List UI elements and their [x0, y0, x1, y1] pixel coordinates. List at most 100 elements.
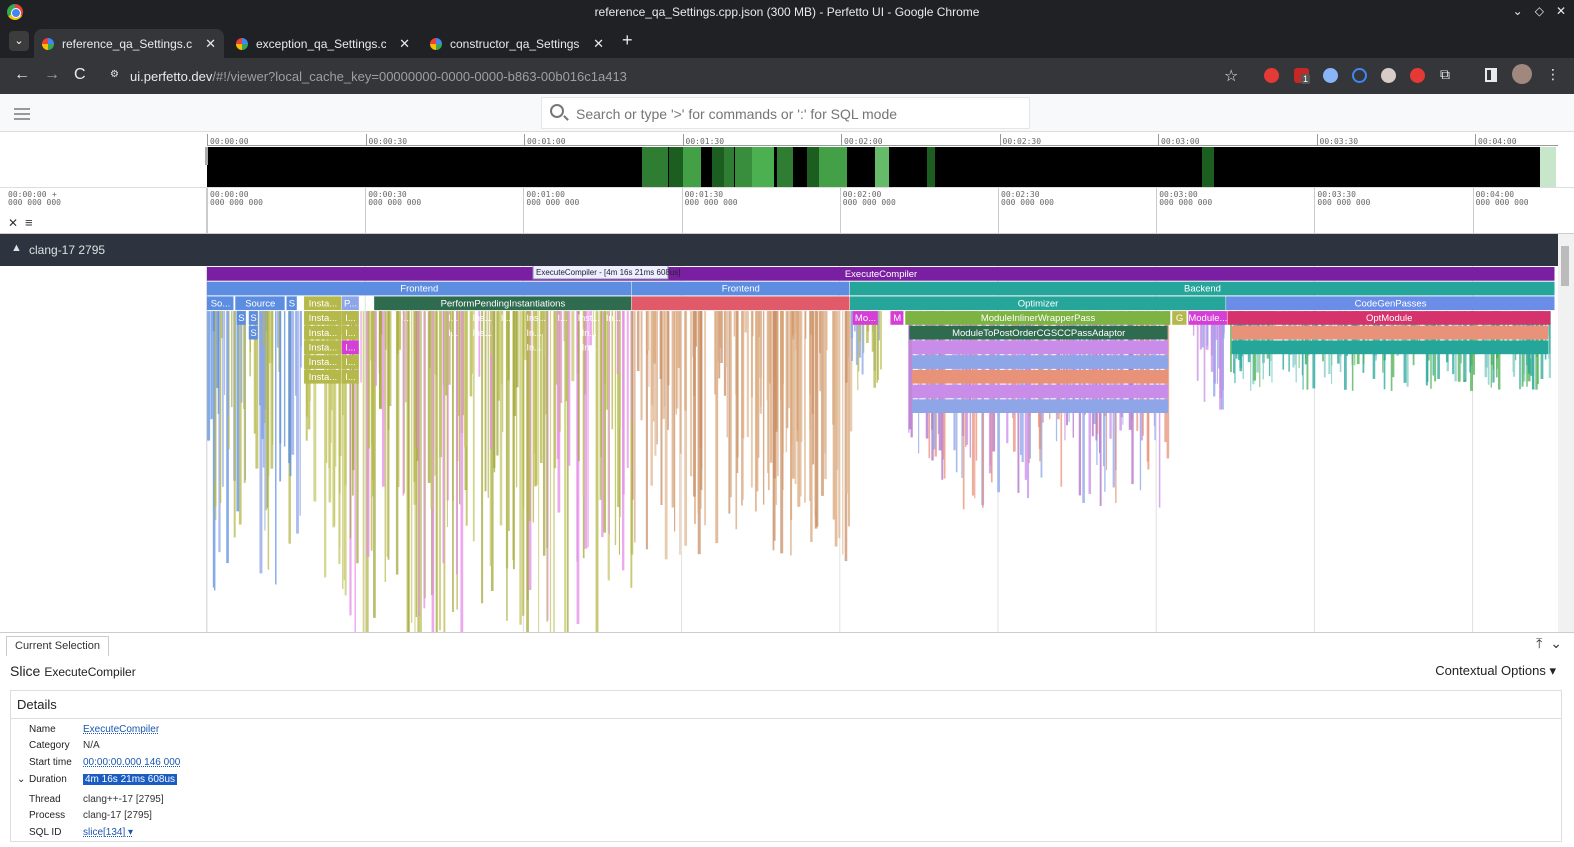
flame-hairline[interactable] [445, 311, 447, 396]
flame-hairline[interactable] [619, 311, 621, 518]
collapse-chevron-icon[interactable]: ▲ [11, 242, 22, 254]
flame-hairline[interactable] [360, 311, 362, 383]
omnibox[interactable] [541, 97, 1030, 129]
close-window-button[interactable]: ✕ [1556, 4, 1566, 18]
process-track-header[interactable]: ▲ clang-17 2795 [0, 234, 1558, 266]
flame-hairline[interactable] [264, 311, 266, 531]
reload-icon[interactable]: C [74, 66, 86, 84]
flame-hairline[interactable] [243, 311, 246, 484]
scrollbar-thumb[interactable] [1561, 246, 1569, 286]
minimize-button[interactable]: ⌄ [1513, 4, 1523, 18]
flame-hairline[interactable] [608, 311, 610, 534]
flame-hairline[interactable] [423, 311, 426, 609]
flame-hairline[interactable] [724, 311, 727, 368]
flame-hairline[interactable] [766, 311, 770, 401]
flame-hairline[interactable] [410, 311, 413, 623]
flame-hairline[interactable] [814, 311, 817, 510]
flame-hairline[interactable] [614, 311, 617, 546]
flame-hairline[interactable] [680, 311, 682, 454]
close-tab-icon[interactable]: ✕ [593, 36, 604, 52]
flame-hairline[interactable] [560, 311, 563, 403]
shield-extension-icon[interactable] [1410, 68, 1425, 83]
flame-hairline[interactable] [384, 311, 386, 582]
flame-hairline[interactable] [519, 311, 522, 625]
flame-hairline[interactable] [259, 311, 263, 574]
flame-hairline[interactable] [785, 311, 788, 453]
flame-hairline[interactable] [726, 311, 728, 438]
flame-hairline[interactable] [269, 311, 271, 364]
flame-hairline[interactable] [374, 311, 377, 386]
flame-hairline[interactable] [704, 311, 707, 526]
flame-hairline[interactable] [697, 311, 699, 514]
flame-hairline[interactable] [774, 311, 778, 433]
flame-hairline[interactable] [611, 311, 614, 430]
flame-hairline[interactable] [553, 311, 555, 632]
flame-hairline[interactable] [446, 311, 448, 527]
flame-hairline[interactable] [735, 311, 738, 530]
flame-hairline[interactable] [214, 311, 216, 484]
flame-hairline[interactable] [640, 311, 643, 421]
flame-hairline[interactable] [728, 311, 731, 514]
flame-hairline[interactable] [207, 311, 211, 441]
flame-hairline[interactable] [502, 311, 504, 433]
flame-hairline[interactable] [487, 311, 489, 498]
flame-hairline[interactable] [215, 311, 217, 520]
site-info-icon[interactable]: ⚙ [110, 69, 126, 83]
flame-hairline[interactable] [549, 311, 552, 632]
flame-hairline[interactable] [481, 311, 484, 604]
flame-hairline[interactable] [508, 311, 510, 531]
flame-hairline[interactable] [279, 311, 282, 482]
flame-hairline[interactable] [387, 311, 390, 430]
flame-hairline[interactable] [395, 311, 399, 575]
flame-hairline[interactable] [438, 311, 442, 631]
search-input[interactable] [576, 104, 1016, 124]
flame-hairline[interactable] [472, 311, 475, 542]
flame-hairline[interactable] [656, 311, 658, 445]
vertical-scrollbar[interactable] [1558, 234, 1574, 632]
adblock-extension-icon[interactable] [1264, 68, 1279, 83]
flame-hairline[interactable] [810, 311, 812, 336]
flame-hairline[interactable] [547, 311, 549, 621]
flame-hairline[interactable] [405, 311, 407, 403]
back-icon[interactable]: ← [14, 66, 30, 84]
flame-hairline[interactable] [746, 311, 749, 438]
expand-chevron-icon[interactable]: ⌄ [17, 774, 29, 785]
tab-constructor[interactable]: constructor_qa_Settings.cpp ✕ [422, 29, 612, 58]
flame-hairline[interactable] [435, 311, 438, 632]
flame-hairline[interactable] [804, 311, 806, 503]
flame-hairline[interactable] [212, 311, 215, 588]
maximize-button[interactable]: ◇ [1535, 4, 1544, 18]
flame-hairline[interactable] [222, 311, 224, 487]
flame-hairline[interactable] [648, 311, 650, 387]
flame-hairline[interactable] [497, 311, 500, 401]
flame-hairline[interactable] [210, 311, 213, 420]
flame-hairline[interactable] [632, 311, 634, 500]
flame-hairline[interactable] [275, 311, 277, 585]
flame-hairline[interactable] [296, 311, 299, 534]
flame-hairline[interactable] [506, 311, 508, 621]
flame-hairline[interactable] [538, 311, 540, 632]
new-tab-button[interactable]: + [622, 30, 633, 51]
flame-hairline[interactable] [780, 311, 783, 401]
flame-hairline[interactable] [372, 311, 375, 480]
flame-hairline[interactable] [430, 311, 434, 510]
overview-heatmap[interactable] [207, 147, 1540, 187]
optimizer-band[interactable] [912, 340, 1169, 355]
flame-hairline[interactable] [636, 311, 640, 372]
flame-hairline[interactable] [824, 311, 827, 480]
flame-hairline[interactable] [230, 311, 233, 408]
flame-hairline[interactable] [754, 311, 757, 512]
overview-timeline[interactable]: 00:00:00 00:00:30 00:01:00 00:01:30 00:02:00… [0, 132, 1574, 188]
flame-hairline[interactable] [384, 311, 387, 350]
tab-search-button[interactable]: ⌄ [9, 31, 29, 51]
flame-hairline[interactable] [418, 311, 421, 616]
flame-hairline[interactable] [386, 311, 388, 557]
flamegraph[interactable]: ExecuteCompiler Frontend Frontend Backend So… [207, 266, 1557, 632]
flame-hairline[interactable] [842, 311, 844, 555]
collapse-panel-icon[interactable]: ⌄ [1550, 635, 1562, 652]
sql-id-link[interactable]: slice[134] ▾ [83, 827, 133, 838]
flame-hairline[interactable] [267, 311, 270, 476]
flame-hairline[interactable] [733, 311, 735, 337]
overview-handle[interactable] [205, 147, 208, 165]
flame-hairline[interactable] [714, 311, 717, 395]
